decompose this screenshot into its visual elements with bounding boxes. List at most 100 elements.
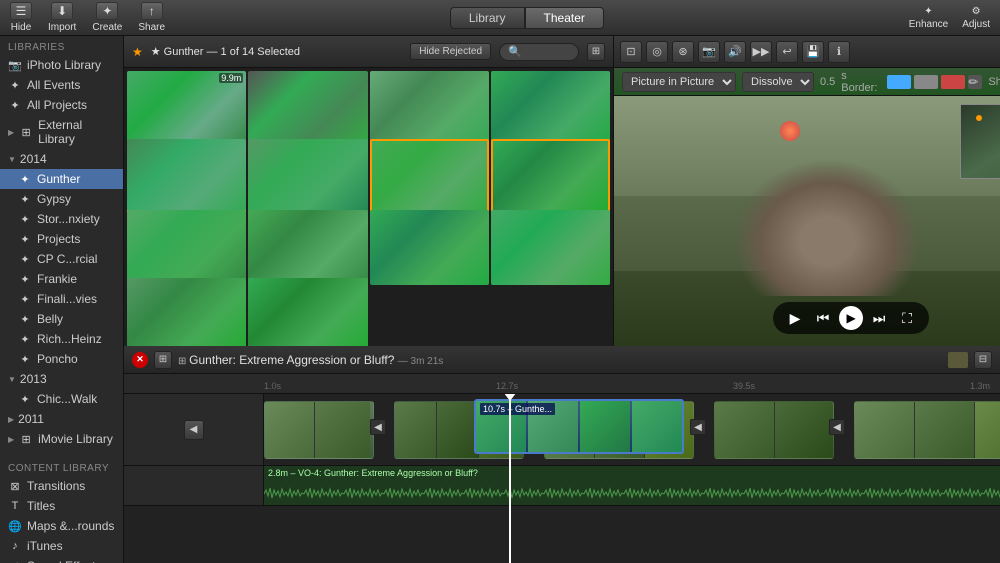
thumbnail-11[interactable] bbox=[491, 210, 610, 285]
clip-1[interactable] bbox=[264, 401, 374, 459]
pip-overlay[interactable] bbox=[960, 104, 1000, 179]
clip-1-inner bbox=[265, 402, 373, 458]
hide-button[interactable]: ☰ Hide bbox=[10, 2, 32, 33]
sidebar-item-frankie[interactable]: ✦ Frankie bbox=[0, 269, 123, 289]
adjust-button[interactable]: ⚙ Adjust bbox=[962, 6, 990, 30]
sidebar-item-external-library[interactable]: ▶ ⊞ External Library bbox=[0, 115, 123, 149]
enhance-button[interactable]: ✦ Enhance bbox=[909, 6, 948, 30]
pip-select[interactable]: Picture in Picture bbox=[622, 72, 736, 92]
thumbnail-4[interactable] bbox=[127, 139, 246, 214]
thumbnail-7[interactable] bbox=[491, 139, 610, 214]
camera-tool[interactable]: 📷 bbox=[698, 41, 720, 63]
sidebar-item-chic-walk[interactable]: ✦ Chic...Walk bbox=[0, 389, 123, 409]
thumbnail-2[interactable] bbox=[370, 71, 489, 146]
sidebar-item-finals[interactable]: ✦ Finali...vies bbox=[0, 289, 123, 309]
sidebar-item-imovie-library[interactable]: ▶ ⊞ iMovie Library bbox=[0, 429, 123, 449]
create-icon: ✦ bbox=[96, 2, 118, 20]
sidebar-item-label: iTunes bbox=[27, 539, 63, 553]
thumbnail-13[interactable] bbox=[248, 278, 367, 347]
clip-5[interactable] bbox=[854, 401, 1000, 459]
audio-track-content[interactable]: 2.8m – VO-4: Gunther: Extreme Aggression… bbox=[264, 466, 1000, 505]
undo-tool[interactable]: ↩ bbox=[776, 41, 798, 63]
share-button[interactable]: ↑ Share bbox=[138, 2, 165, 33]
top-bar-right: ✦ Enhance ⚙ Adjust bbox=[909, 6, 990, 30]
thumbnail-1[interactable] bbox=[248, 71, 367, 146]
thumbnail-3[interactable] bbox=[491, 71, 610, 146]
pip-toolbar: Picture in Picture Dissolve 0.5 s Border… bbox=[614, 68, 1000, 96]
sidebar-item-all-events[interactable]: ✦ All Events bbox=[0, 75, 123, 95]
info-tool[interactable]: ℹ bbox=[828, 41, 850, 63]
ruler-marks: 1.0s 12.7s 39.5s 1.3m bbox=[264, 381, 990, 391]
sidebar-item-iphoto[interactable]: 📷 iPhoto Library bbox=[0, 55, 123, 75]
iphoto-icon: 📷 bbox=[8, 58, 22, 72]
sidebar-item-belly[interactable]: ✦ Belly bbox=[0, 309, 123, 329]
border-color-pen[interactable]: ✏ bbox=[968, 75, 982, 89]
fullscreen-button[interactable]: ⛶ bbox=[895, 306, 919, 330]
tab-theater[interactable]: Theater bbox=[525, 7, 604, 29]
track-btn-left[interactable]: ◀ bbox=[184, 420, 204, 440]
timeline-tool-1[interactable]: ⊞ bbox=[154, 351, 172, 369]
thumbnail-0[interactable]: 9.9m bbox=[127, 71, 246, 146]
sidebar-item-all-projects[interactable]: ✦ All Projects bbox=[0, 95, 123, 115]
sidebar-year-2014[interactable]: ▼ 2014 bbox=[0, 149, 123, 169]
sidebar-year-2011[interactable]: ▶ 2011 bbox=[0, 409, 123, 429]
view-toggle-button[interactable]: ⊞ bbox=[587, 43, 605, 61]
timeline-color-btn[interactable] bbox=[948, 352, 968, 368]
border-color-blue[interactable] bbox=[887, 75, 911, 89]
speed-tool[interactable]: ▶▶ bbox=[750, 41, 772, 63]
import-button[interactable]: ⬇ Import bbox=[48, 2, 76, 33]
dissolve-select[interactable]: Dissolve bbox=[742, 72, 814, 92]
timeline-options[interactable]: ⊟ bbox=[974, 351, 992, 369]
sidebar-item-gunther[interactable]: ✦ Gunther bbox=[0, 169, 123, 189]
track-header-video: ◀ bbox=[124, 394, 264, 465]
rewind-button[interactable]: ⏮ bbox=[811, 306, 835, 330]
sidebar-item-maps[interactable]: 🌐 Maps &...rounds bbox=[0, 516, 123, 536]
search-input[interactable] bbox=[499, 43, 579, 61]
sidebar-item-transitions[interactable]: ⊠ Transitions bbox=[0, 476, 123, 496]
play-pause-button[interactable]: ▶ bbox=[839, 306, 863, 330]
import-icon: ⬇ bbox=[51, 2, 73, 20]
audio-tool[interactable]: 🔊 bbox=[724, 41, 746, 63]
sidebar-item-gypsy[interactable]: ✦ Gypsy bbox=[0, 189, 123, 209]
sidebar-item-poncho[interactable]: ✦ Poncho bbox=[0, 349, 123, 369]
color-tool[interactable]: ◎ bbox=[646, 41, 668, 63]
playhead[interactable] bbox=[509, 394, 511, 563]
share-icon: ↑ bbox=[141, 2, 163, 20]
fast-forward-button[interactable]: ⏭ bbox=[867, 306, 891, 330]
sidebar-item-itunes[interactable]: ♪ iTunes bbox=[0, 536, 123, 556]
sidebar-item-label: CP C...rcial bbox=[37, 252, 97, 266]
tab-library[interactable]: Library bbox=[450, 7, 525, 29]
clip-4[interactable] bbox=[714, 401, 834, 459]
noise-tool[interactable]: ⊛ bbox=[672, 41, 694, 63]
frankie-icon: ✦ bbox=[18, 272, 32, 286]
hide-rejected-button[interactable]: Hide Rejected bbox=[410, 43, 491, 60]
thumbnail-8[interactable] bbox=[127, 210, 246, 285]
crop-tool[interactable]: ⊡ bbox=[620, 41, 642, 63]
floating-clip[interactable]: 10.7s – Gunthe... bbox=[474, 399, 684, 454]
thumbnail-9[interactable] bbox=[248, 210, 367, 285]
play-button[interactable]: ▶ bbox=[783, 306, 807, 330]
sidebar-item-label: iPhoto Library bbox=[27, 58, 101, 72]
audio-track-header bbox=[124, 466, 264, 505]
thumbnail-10[interactable] bbox=[370, 210, 489, 285]
border-color-gray[interactable] bbox=[914, 75, 938, 89]
sidebar-item-label: Chic...Walk bbox=[37, 392, 97, 406]
create-button[interactable]: ✦ Create bbox=[92, 2, 122, 33]
sidebar-item-cp-commercial[interactable]: ✦ CP C...rcial bbox=[0, 249, 123, 269]
sidebar-item-story-anxiety[interactable]: ✦ Stor...nxiety bbox=[0, 209, 123, 229]
thumbnail-5[interactable] bbox=[248, 139, 367, 214]
sidebar-item-sound-effects[interactable]: ♫ Sound Effects bbox=[0, 556, 123, 563]
timeline-close-button[interactable]: ✕ bbox=[132, 352, 148, 368]
sidebar-item-rich-heinz[interactable]: ✦ Rich...Heinz bbox=[0, 329, 123, 349]
sidebar-year-2013[interactable]: ▼ 2013 bbox=[0, 369, 123, 389]
save-tool[interactable]: 💾 bbox=[802, 41, 824, 63]
sidebar-item-label: Projects bbox=[37, 232, 80, 246]
thumbnail-6[interactable] bbox=[370, 139, 489, 214]
border-color-red[interactable] bbox=[941, 75, 965, 89]
sidebar-item-projects[interactable]: ✦ Projects bbox=[0, 229, 123, 249]
upper-area: ★ ★ Gunther — 1 of 14 Selected Hide Reje… bbox=[124, 36, 1000, 346]
content-library-title: CONTENT LIBRARY bbox=[0, 457, 123, 476]
create-label: Create bbox=[92, 22, 122, 33]
thumbnail-12[interactable] bbox=[127, 278, 246, 347]
sidebar-item-titles[interactable]: T Titles bbox=[0, 496, 123, 516]
